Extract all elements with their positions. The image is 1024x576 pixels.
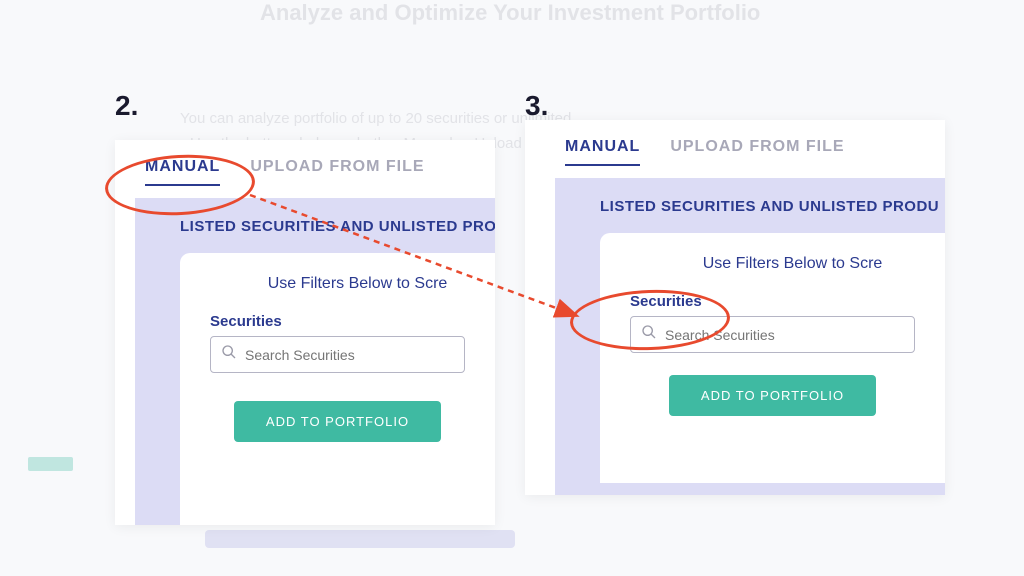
panel-header-text: LISTED SECURITIES AND UNLISTED PRODU [580, 193, 945, 233]
panel-header-text: LISTED SECURITIES AND UNLISTED PRODUCTS [160, 213, 495, 253]
step-number-3: 3. [525, 90, 548, 122]
tab-upload-from-file[interactable]: UPLOAD FROM FILE [670, 138, 844, 166]
card-subtitle: Use Filters Below to Scre [630, 255, 915, 293]
add-to-portfolio-button[interactable]: ADD TO PORTFOLIO [669, 375, 876, 416]
search-icon [641, 324, 657, 345]
panel-body: LISTED SECURITIES AND UNLISTED PRODUCTS … [135, 198, 495, 525]
background-faded-bar [205, 530, 515, 548]
step-number-2: 2. [115, 90, 138, 122]
tabs-row: MANUAL UPLOAD FROM FILE [525, 120, 945, 166]
securities-label: Securities [210, 313, 465, 330]
tab-manual[interactable]: MANUAL [145, 158, 220, 186]
panel-step-2: MANUAL UPLOAD FROM FILE LISTED SECURITIE… [115, 140, 495, 525]
search-icon [221, 344, 237, 365]
filter-card: Use Filters Below to Scre Securities ADD… [180, 253, 495, 525]
securities-search-box[interactable] [630, 316, 915, 353]
filter-card: Use Filters Below to Scre Securities ADD… [600, 233, 945, 483]
panel-body: LISTED SECURITIES AND UNLISTED PRODU Use… [555, 178, 945, 495]
background-subtitle-1: You can analyze portfolio of up to 20 se… [180, 110, 571, 127]
card-subtitle: Use Filters Below to Scre [210, 275, 465, 313]
securities-search-input[interactable] [665, 327, 904, 343]
securities-label: Securities [630, 293, 915, 310]
securities-search-input[interactable] [245, 347, 454, 363]
background-faded-button [28, 457, 73, 471]
tab-upload-from-file[interactable]: UPLOAD FROM FILE [250, 158, 424, 186]
add-to-portfolio-button[interactable]: ADD TO PORTFOLIO [234, 401, 441, 442]
panel-step-3: MANUAL UPLOAD FROM FILE LISTED SECURITIE… [525, 120, 945, 495]
background-title: Analyze and Optimize Your Investment Por… [260, 0, 760, 26]
tabs-row: MANUAL UPLOAD FROM FILE [115, 140, 495, 186]
tab-manual[interactable]: MANUAL [565, 138, 640, 166]
securities-search-box[interactable] [210, 336, 465, 373]
